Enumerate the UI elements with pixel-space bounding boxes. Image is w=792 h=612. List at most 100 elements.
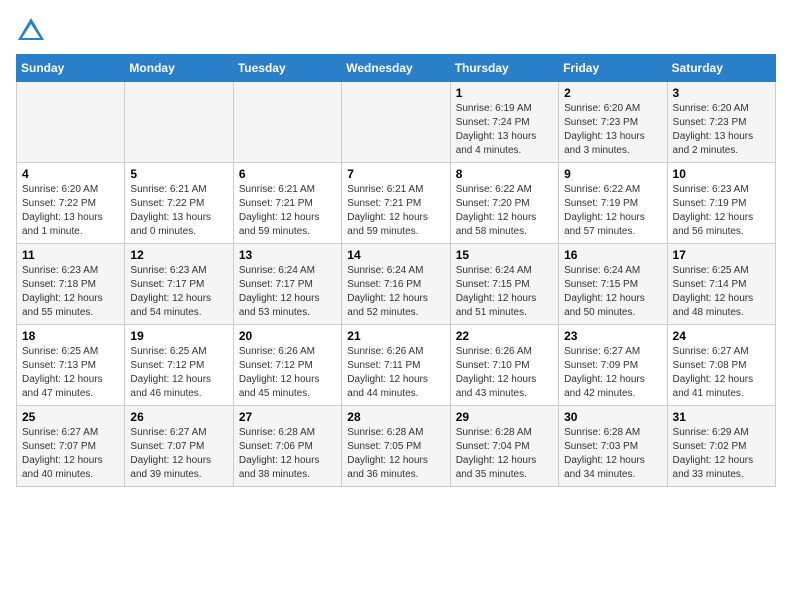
day-info: Sunrise: 6:21 AM Sunset: 7:21 PM Dayligh… xyxy=(239,184,320,237)
col-header-sunday: Sunday xyxy=(17,55,125,82)
calendar-cell: 16 Sunrise: 6:24 AM Sunset: 7:15 PM Dayli… xyxy=(559,244,667,325)
calendar-cell: 19Sunrise: 6:25 AM Sunset: 7:12 PM Dayli… xyxy=(125,325,233,406)
calendar-cell: 13 Sunrise: 6:24 AM Sunset: 7:17 PM Dayli… xyxy=(233,244,341,325)
calendar-cell: 26Sunrise: 6:27 AM Sunset: 7:07 PM Dayli… xyxy=(125,406,233,487)
calendar-cell xyxy=(17,82,125,163)
day-number: 10 xyxy=(673,167,770,181)
logo[interactable] xyxy=(16,16,50,46)
day-number: 31 xyxy=(673,410,770,424)
day-number: 17 xyxy=(673,248,770,262)
day-number: 15 xyxy=(456,248,553,262)
day-info: Sunrise: 6:28 AM Sunset: 7:06 PM Dayligh… xyxy=(239,427,320,480)
logo-icon xyxy=(16,16,46,46)
day-info: Sunrise: 6:23 AM Sunset: 7:18 PM Dayligh… xyxy=(22,265,103,318)
day-info: Sunrise: 6:24 AM Sunset: 7:16 PM Dayligh… xyxy=(347,265,428,318)
day-number: 3 xyxy=(673,86,770,100)
day-info: Sunrise: 6:22 AM Sunset: 7:19 PM Dayligh… xyxy=(564,184,645,237)
day-info: Sunrise: 6:29 AM Sunset: 7:02 PM Dayligh… xyxy=(673,427,754,480)
calendar-cell: 31 Sunrise: 6:29 AM Sunset: 7:02 PM Dayli… xyxy=(667,406,775,487)
calendar-week-4: 18 Sunrise: 6:25 AM Sunset: 7:13 PM Dayli… xyxy=(17,325,776,406)
calendar-cell: 2 Sunrise: 6:20 AM Sunset: 7:23 PM Daylig… xyxy=(559,82,667,163)
col-header-saturday: Saturday xyxy=(667,55,775,82)
calendar-cell: 20Sunrise: 6:26 AM Sunset: 7:12 PM Dayli… xyxy=(233,325,341,406)
day-info: Sunrise: 6:25 AM Sunset: 7:14 PM Dayligh… xyxy=(673,265,754,318)
day-info: Sunrise: 6:26 AM Sunset: 7:10 PM Dayligh… xyxy=(456,346,537,399)
calendar-cell: 10 Sunrise: 6:23 AM Sunset: 7:19 PM Dayli… xyxy=(667,163,775,244)
calendar-cell: 28Sunrise: 6:28 AM Sunset: 7:05 PM Dayli… xyxy=(342,406,450,487)
day-info: Sunrise: 6:23 AM Sunset: 7:19 PM Dayligh… xyxy=(673,184,754,237)
col-header-monday: Monday xyxy=(125,55,233,82)
calendar-table: SundayMondayTuesdayWednesdayThursdayFrid… xyxy=(16,54,776,487)
day-number: 30 xyxy=(564,410,661,424)
day-number: 8 xyxy=(456,167,553,181)
day-info: Sunrise: 6:27 AM Sunset: 7:07 PM Dayligh… xyxy=(130,427,211,480)
day-number: 21 xyxy=(347,329,444,343)
day-info: Sunrise: 6:24 AM Sunset: 7:17 PM Dayligh… xyxy=(239,265,320,318)
calendar-cell: 30 Sunrise: 6:28 AM Sunset: 7:03 PM Dayli… xyxy=(559,406,667,487)
day-info: Sunrise: 6:20 AM Sunset: 7:23 PM Dayligh… xyxy=(564,103,645,156)
day-info: Sunrise: 6:23 AM Sunset: 7:17 PM Dayligh… xyxy=(130,265,211,318)
calendar-week-5: 25 Sunrise: 6:27 AM Sunset: 7:07 PM Dayli… xyxy=(17,406,776,487)
calendar-cell: 22 Sunrise: 6:26 AM Sunset: 7:10 PM Dayli… xyxy=(450,325,558,406)
day-number: 1 xyxy=(456,86,553,100)
calendar-cell: 11 Sunrise: 6:23 AM Sunset: 7:18 PM Dayli… xyxy=(17,244,125,325)
calendar-cell: 8Sunrise: 6:22 AM Sunset: 7:20 PM Daylig… xyxy=(450,163,558,244)
col-header-wednesday: Wednesday xyxy=(342,55,450,82)
calendar-week-1: 1 Sunrise: 6:19 AM Sunset: 7:24 PM Daylig… xyxy=(17,82,776,163)
calendar-cell: 9 Sunrise: 6:22 AM Sunset: 7:19 PM Daylig… xyxy=(559,163,667,244)
col-header-tuesday: Tuesday xyxy=(233,55,341,82)
day-info: Sunrise: 6:19 AM Sunset: 7:24 PM Dayligh… xyxy=(456,103,537,156)
calendar-cell: 14 Sunrise: 6:24 AM Sunset: 7:16 PM Dayli… xyxy=(342,244,450,325)
day-number: 9 xyxy=(564,167,661,181)
calendar-cell: 12 Sunrise: 6:23 AM Sunset: 7:17 PM Dayli… xyxy=(125,244,233,325)
calendar-cell: 18 Sunrise: 6:25 AM Sunset: 7:13 PM Dayli… xyxy=(17,325,125,406)
calendar-cell: 1 Sunrise: 6:19 AM Sunset: 7:24 PM Daylig… xyxy=(450,82,558,163)
calendar-week-2: 4 Sunrise: 6:20 AM Sunset: 7:22 PM Daylig… xyxy=(17,163,776,244)
day-number: 24 xyxy=(673,329,770,343)
header-row: SundayMondayTuesdayWednesdayThursdayFrid… xyxy=(17,55,776,82)
calendar-cell: 5 Sunrise: 6:21 AM Sunset: 7:22 PM Daylig… xyxy=(125,163,233,244)
day-info: Sunrise: 6:28 AM Sunset: 7:05 PM Dayligh… xyxy=(347,427,428,480)
calendar-cell: 27 Sunrise: 6:28 AM Sunset: 7:06 PM Dayli… xyxy=(233,406,341,487)
day-info: Sunrise: 6:21 AM Sunset: 7:22 PM Dayligh… xyxy=(130,184,211,237)
day-number: 18 xyxy=(22,329,119,343)
calendar-cell: 29 Sunrise: 6:28 AM Sunset: 7:04 PM Dayli… xyxy=(450,406,558,487)
col-header-thursday: Thursday xyxy=(450,55,558,82)
calendar-cell: 23Sunrise: 6:27 AM Sunset: 7:09 PM Dayli… xyxy=(559,325,667,406)
day-number: 12 xyxy=(130,248,227,262)
day-number: 14 xyxy=(347,248,444,262)
calendar-cell: 15Sunrise: 6:24 AM Sunset: 7:15 PM Dayli… xyxy=(450,244,558,325)
day-info: Sunrise: 6:24 AM Sunset: 7:15 PM Dayligh… xyxy=(564,265,645,318)
calendar-cell: 7Sunrise: 6:21 AM Sunset: 7:21 PM Daylig… xyxy=(342,163,450,244)
calendar-week-3: 11 Sunrise: 6:23 AM Sunset: 7:18 PM Dayli… xyxy=(17,244,776,325)
calendar-cell: 4 Sunrise: 6:20 AM Sunset: 7:22 PM Daylig… xyxy=(17,163,125,244)
calendar-cell: 3 Sunrise: 6:20 AM Sunset: 7:23 PM Daylig… xyxy=(667,82,775,163)
day-number: 6 xyxy=(239,167,336,181)
calendar-cell: 24Sunrise: 6:27 AM Sunset: 7:08 PM Dayli… xyxy=(667,325,775,406)
page-header xyxy=(16,16,776,46)
day-number: 13 xyxy=(239,248,336,262)
day-number: 19 xyxy=(130,329,227,343)
day-info: Sunrise: 6:20 AM Sunset: 7:22 PM Dayligh… xyxy=(22,184,103,237)
day-info: Sunrise: 6:26 AM Sunset: 7:11 PM Dayligh… xyxy=(347,346,428,399)
day-info: Sunrise: 6:25 AM Sunset: 7:13 PM Dayligh… xyxy=(22,346,103,399)
day-info: Sunrise: 6:20 AM Sunset: 7:23 PM Dayligh… xyxy=(673,103,754,156)
day-info: Sunrise: 6:28 AM Sunset: 7:03 PM Dayligh… xyxy=(564,427,645,480)
day-info: Sunrise: 6:21 AM Sunset: 7:21 PM Dayligh… xyxy=(347,184,428,237)
day-info: Sunrise: 6:28 AM Sunset: 7:04 PM Dayligh… xyxy=(456,427,537,480)
day-number: 29 xyxy=(456,410,553,424)
calendar-cell: 25Sunrise: 6:27 AM Sunset: 7:07 PM Dayli… xyxy=(17,406,125,487)
day-number: 4 xyxy=(22,167,119,181)
day-number: 11 xyxy=(22,248,119,262)
day-number: 16 xyxy=(564,248,661,262)
calendar-cell xyxy=(125,82,233,163)
day-info: Sunrise: 6:27 AM Sunset: 7:09 PM Dayligh… xyxy=(564,346,645,399)
day-number: 27 xyxy=(239,410,336,424)
day-number: 22 xyxy=(456,329,553,343)
day-number: 5 xyxy=(130,167,227,181)
calendar-cell: 17 Sunrise: 6:25 AM Sunset: 7:14 PM Dayli… xyxy=(667,244,775,325)
day-number: 2 xyxy=(564,86,661,100)
calendar-cell: 6 Sunrise: 6:21 AM Sunset: 7:21 PM Daylig… xyxy=(233,163,341,244)
calendar-cell xyxy=(342,82,450,163)
day-number: 25 xyxy=(22,410,119,424)
